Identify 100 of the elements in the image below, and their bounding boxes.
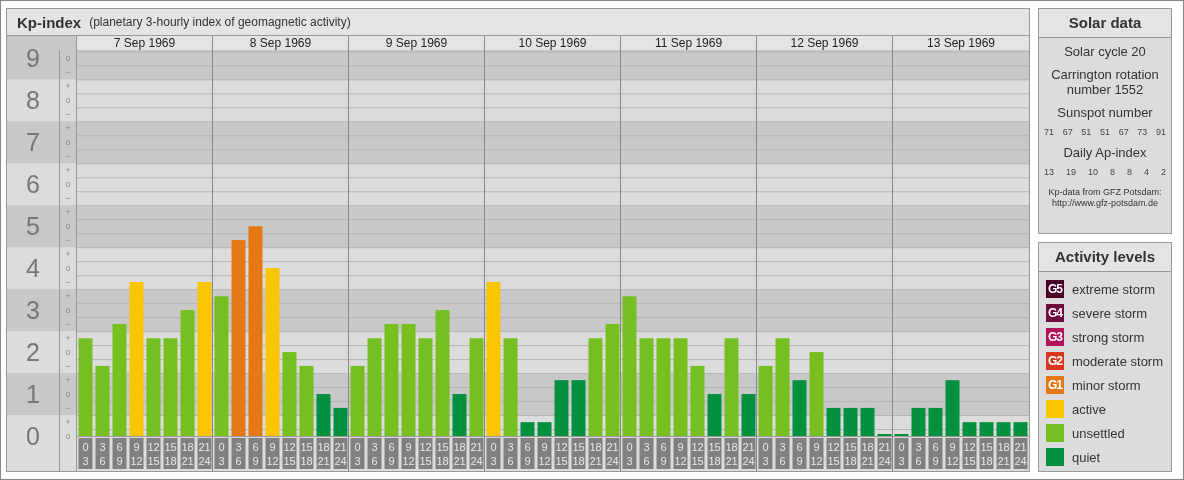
hour-label: 21 24 — [1013, 438, 1028, 469]
day-label: 7 Sep 1969 — [77, 36, 213, 50]
step-mark: − — [65, 109, 71, 120]
ap-index-value: 10 — [1087, 167, 1098, 177]
step-mark: + — [65, 81, 71, 92]
hour-label: 15 18 — [299, 438, 314, 469]
hour-label: 21 24 — [605, 438, 620, 469]
hour-label: 15 18 — [163, 438, 178, 469]
axis-label: 1 — [26, 380, 40, 409]
step-mark: + — [65, 249, 71, 260]
hour-label: 15 18 — [571, 438, 586, 469]
hour-label: 21 24 — [469, 438, 484, 469]
sunspot-value: 71 — [1044, 127, 1054, 137]
hour-label: 0 3 — [350, 438, 365, 469]
day-label: 8 Sep 1969 — [213, 36, 349, 50]
day-label: 9 Sep 1969 — [349, 36, 485, 50]
carrington-text: Carrington rotation number 1552 — [1050, 67, 1160, 97]
hour-label: 18 21 — [180, 438, 195, 469]
step-mark: o — [65, 347, 71, 358]
sunspot-value: 73 — [1137, 127, 1148, 137]
step-mark: − — [65, 67, 71, 78]
hour-label: 18 21 — [588, 438, 603, 469]
ap-index-value: 8 — [1109, 167, 1115, 177]
step-mark: o — [65, 431, 71, 441]
day-label: 12 Sep 1969 — [757, 36, 893, 50]
hour-label: 0 3 — [622, 438, 637, 469]
ap-index-value: 8 — [1126, 167, 1132, 177]
hour-label: 6 9 — [656, 438, 671, 469]
axis-label: 0 — [26, 422, 40, 450]
sunspot-label: Sunspot number — [1057, 105, 1153, 120]
hour-label: 0 3 — [758, 438, 773, 469]
hour-label: 12 15 — [146, 438, 161, 469]
axis-label: 2 — [26, 338, 40, 367]
hour-label: 9 12 — [265, 438, 280, 469]
hour-label: 3 6 — [911, 438, 926, 469]
hour-label: 3 6 — [95, 438, 110, 469]
step-mark: − — [65, 151, 71, 162]
step-mark: − — [65, 277, 71, 288]
hour-label: 12 15 — [554, 438, 569, 469]
level-label: severe storm — [1072, 305, 1148, 321]
step-mark: + — [65, 375, 71, 386]
hour-label: 0 3 — [894, 438, 909, 469]
sunspot-value: 51 — [1099, 127, 1110, 137]
sunspot-value: 51 — [1081, 127, 1092, 137]
axis-label: 9 — [26, 44, 40, 73]
hour-label: 3 6 — [367, 438, 382, 469]
axis-label: 6 — [26, 170, 40, 199]
step-mark: − — [65, 235, 71, 246]
hour-label: 21 24 — [741, 438, 756, 469]
step-mark: − — [65, 361, 71, 372]
axis-label: 3 — [26, 296, 40, 325]
step-mark: o — [65, 179, 71, 190]
step-mark: + — [65, 417, 71, 427]
panel-title: Solar data — [1039, 9, 1171, 38]
level-swatch: G4 — [1046, 304, 1064, 322]
hour-label: 18 21 — [452, 438, 467, 469]
hour-label: 6 9 — [248, 438, 263, 469]
axis-label: 4 — [26, 254, 40, 283]
hour-label: 6 9 — [112, 438, 127, 469]
hour-label: 0 3 — [486, 438, 501, 469]
hour-label: 12 15 — [282, 438, 297, 469]
sunspot-value: 67 — [1118, 127, 1129, 137]
hour-label: 6 9 — [384, 438, 399, 469]
ap-index-value: 2 — [1160, 167, 1166, 177]
day-label: 11 Sep 1969 — [621, 36, 757, 50]
level-label: moderate storm — [1072, 353, 1164, 369]
hour-label: 3 6 — [231, 438, 246, 469]
hour-label: 6 9 — [792, 438, 807, 469]
level-label: strong storm — [1072, 329, 1145, 345]
panel-title: Kp-index — [17, 13, 82, 31]
hour-label: 9 12 — [401, 438, 416, 469]
hour-label: 6 9 — [928, 438, 943, 469]
step-mark: o — [65, 95, 71, 106]
step-mark: o — [65, 263, 71, 274]
hour-label: 9 12 — [945, 438, 960, 469]
level-label: quiet — [1072, 449, 1101, 465]
level-swatch: G5 — [1046, 280, 1064, 298]
step-mark: − — [65, 403, 71, 414]
hour-label: 15 18 — [843, 438, 858, 469]
sunspot-value: 67 — [1062, 127, 1073, 137]
day-label: 10 Sep 1969 — [485, 36, 621, 50]
step-mark: − — [65, 319, 71, 330]
ap-index-value: 19 — [1066, 167, 1076, 177]
hour-label: 0 3 — [78, 438, 93, 469]
hour-label: 9 12 — [673, 438, 688, 469]
level-swatch: G1 — [1046, 376, 1064, 394]
sunspot-value: 91 — [1155, 127, 1166, 137]
hour-label: 18 21 — [860, 438, 875, 469]
hour-label: 21 24 — [197, 438, 212, 469]
hour-label: 9 12 — [809, 438, 824, 469]
step-mark: − — [65, 193, 71, 204]
step-mark: + — [65, 207, 71, 218]
hour-label: 15 18 — [979, 438, 994, 469]
hour-label: 12 15 — [962, 438, 977, 469]
hour-label: 0 3 — [214, 438, 229, 469]
level-swatch: G3 — [1046, 328, 1064, 346]
step-mark: + — [65, 291, 71, 302]
hour-label: 21 24 — [877, 438, 892, 469]
panel-title: Activity levels — [1039, 243, 1171, 272]
hour-label: 12 15 — [826, 438, 841, 469]
